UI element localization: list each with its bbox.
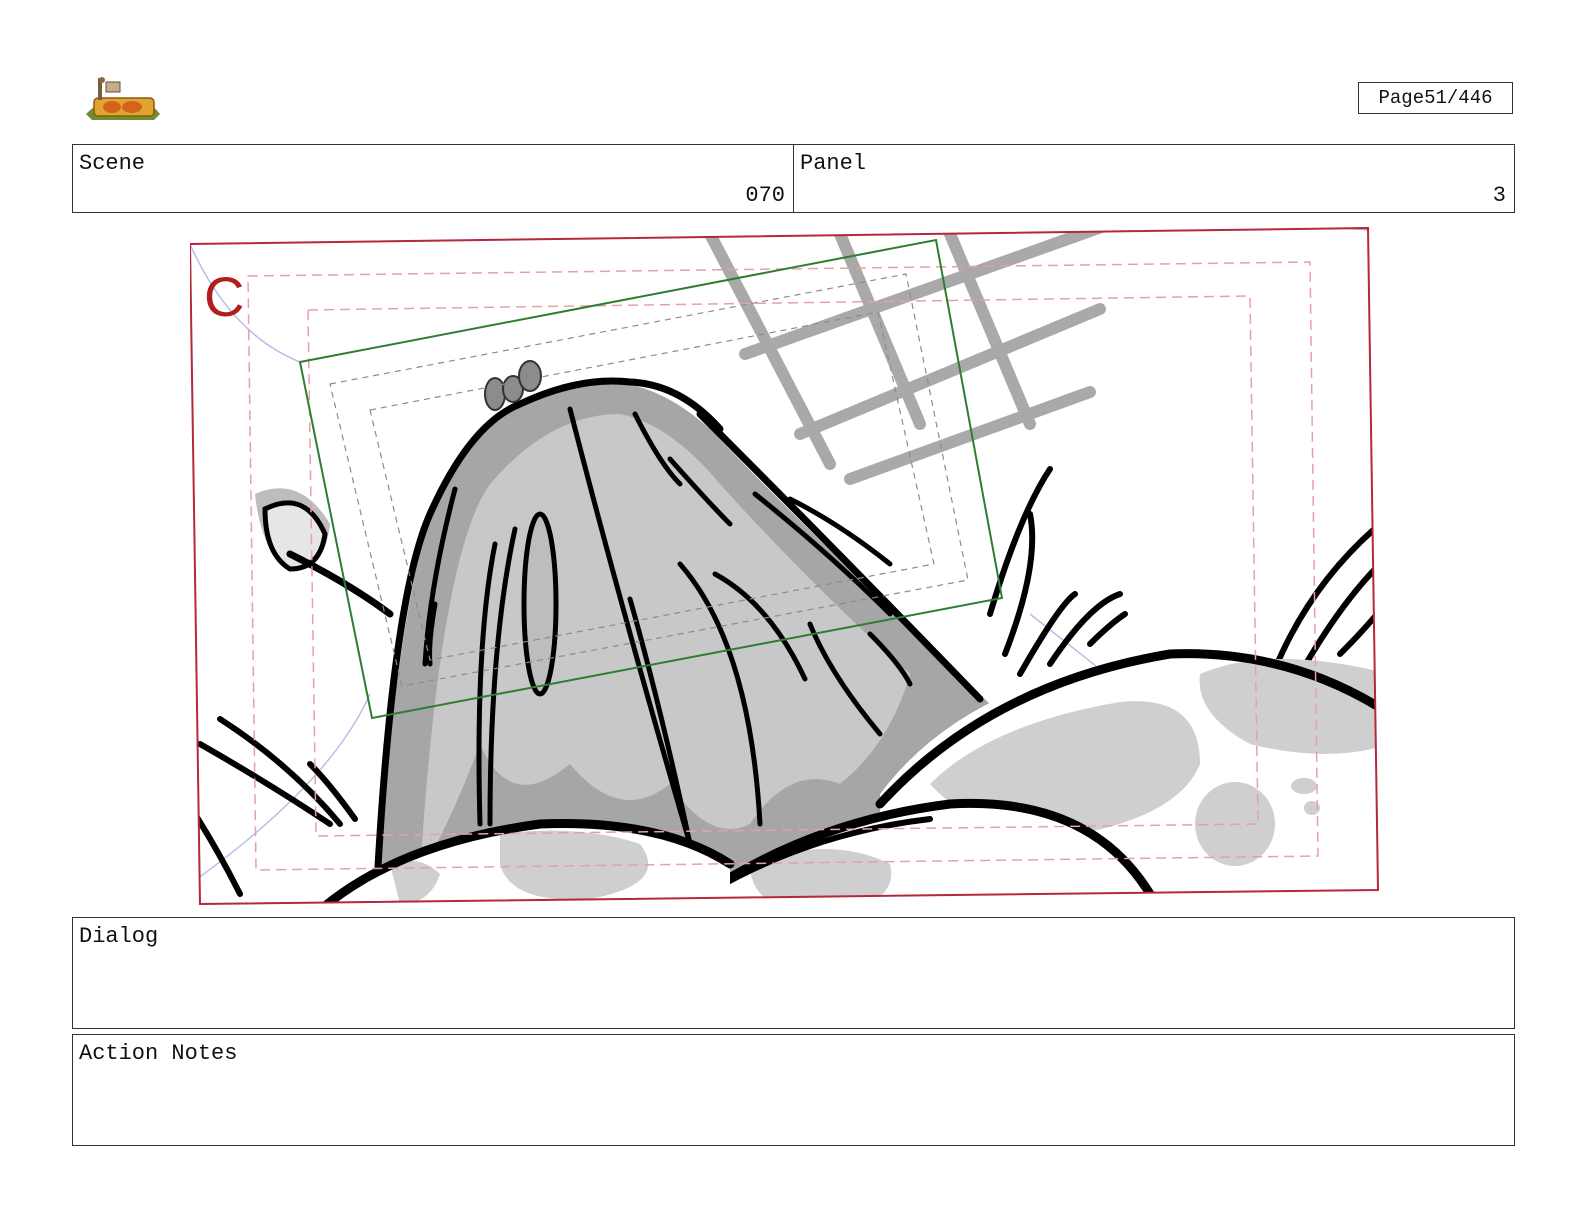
dialog-label: Dialog [79,924,159,949]
scene-label: Scene [79,151,146,176]
dialog-box: Dialog [72,917,1515,1029]
scene-panel-header: Scene 070 Panel 3 [72,144,1515,213]
panel-cell: Panel 3 [793,145,1514,212]
scene-cell: Scene 070 [73,145,793,212]
page-number: 51/446 [1424,87,1493,109]
studio-logo [86,77,160,120]
camera-marker: C [204,265,244,328]
storyboard-frame: C [190,226,1380,906]
leaf-sprout [255,488,394,618]
action-notes-box: Action Notes [72,1034,1515,1146]
panel-label: Panel [800,151,867,176]
background-fence [704,228,1116,485]
panel-number: 3 [1492,183,1506,208]
sketch-artwork [190,228,1378,904]
page-indicator: Page 51/446 [1358,82,1513,114]
scene-number: 070 [745,183,785,208]
action-notes-label: Action Notes [79,1041,238,1066]
page-label: Page [1378,87,1425,109]
